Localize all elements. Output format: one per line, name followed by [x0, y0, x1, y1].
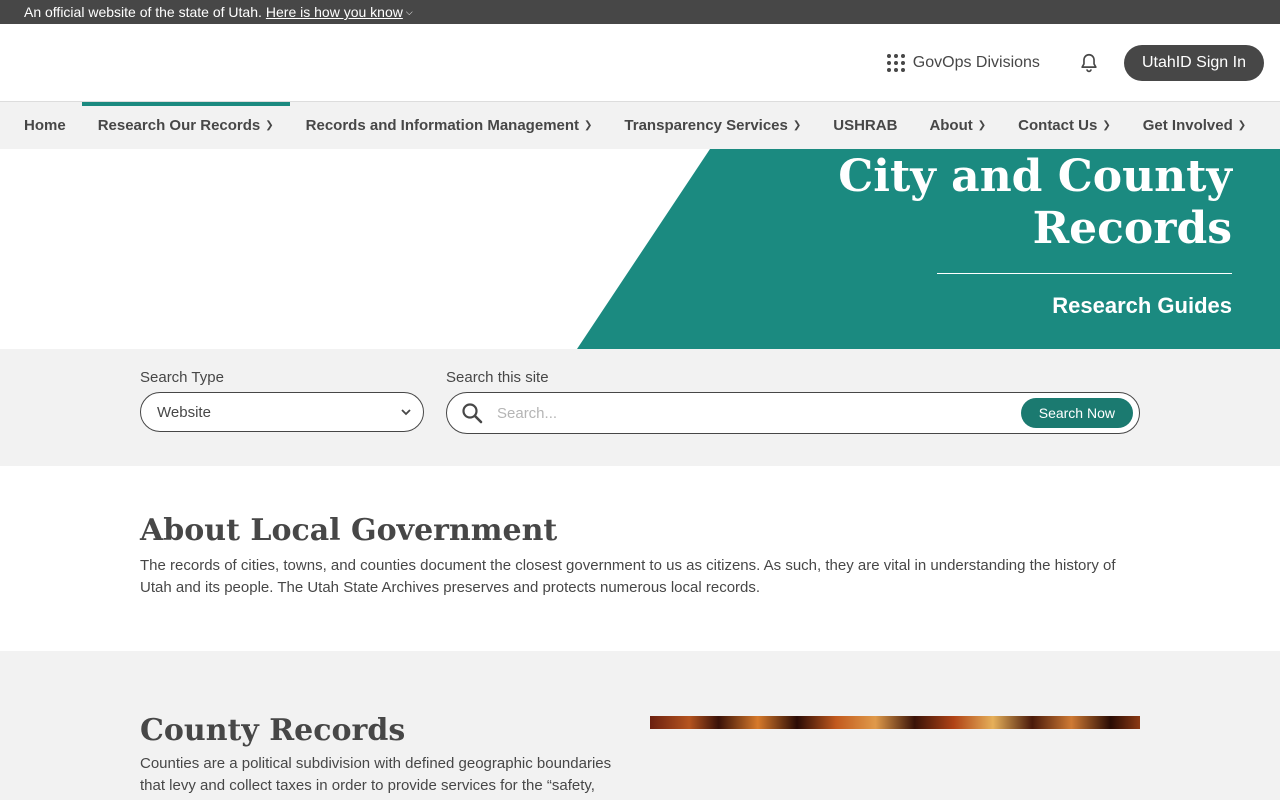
search-input[interactable]: [495, 403, 1021, 423]
county-records-section: County Records Counties are a political …: [0, 651, 1280, 800]
nav-label: Contact Us: [1018, 117, 1098, 134]
nav-label: Research Our Records: [97, 117, 261, 134]
search-icon: [462, 403, 483, 424]
chevron-down-icon: ❯: [1237, 120, 1247, 131]
about-text-line: Utah and its people. The Utah State Arch…: [140, 579, 761, 596]
page-title-line: Records: [1032, 203, 1232, 254]
nav-item-about[interactable]: About ❯: [913, 102, 1002, 149]
about-text-line: The records of cities, towns, and counti…: [140, 557, 1116, 574]
nav-item-transparency-services[interactable]: Transparency Services ❯: [608, 102, 817, 149]
nav-item-research-our-records[interactable]: Research Our Records ❯: [81, 102, 290, 149]
nav-item-ushrab[interactable]: USHRAB: [817, 102, 913, 149]
chevron-down-icon: ❯: [792, 120, 802, 131]
hero-banner: City and County Records Research Guides: [0, 149, 1280, 349]
hero-divider: [937, 273, 1232, 274]
search-box: Search Now: [446, 392, 1140, 434]
chevron-down-icon[interactable]: ⌵: [406, 7, 413, 18]
chevron-down-icon: ❯: [977, 120, 987, 131]
nav-item-records-information-management[interactable]: Records and Information Management ❯: [290, 102, 609, 149]
page-title: City and County Records: [838, 151, 1232, 255]
search-type-label: Search Type: [140, 369, 224, 386]
chevron-down-icon: ❯: [584, 120, 593, 131]
nav-item-contact-us[interactable]: Contact Us ❯: [1002, 102, 1127, 149]
chevron-down-icon: ❯: [1102, 120, 1111, 131]
county-text-line: that levy and collect taxes in order to …: [140, 777, 595, 794]
nav-label: Transparency Services: [624, 117, 788, 134]
bell-icon[interactable]: [1078, 52, 1100, 74]
chevron-down-icon: [401, 409, 411, 416]
site-header: GovOps Divisions UtahID Sign In: [0, 24, 1280, 102]
nav-label: USHRAB: [833, 117, 898, 134]
search-now-button[interactable]: Search Now: [1020, 398, 1133, 428]
govops-divisions-label: GovOps Divisions: [912, 53, 1040, 71]
official-text: An official website of the state of Utah…: [24, 4, 262, 20]
nav-label: Get Involved: [1142, 117, 1233, 134]
search-type-value: Website: [157, 403, 211, 421]
search-section: Search Type Website Search this site Sea…: [0, 349, 1280, 466]
nav-label: About: [929, 117, 973, 134]
nav-label: Records and Information Management: [305, 117, 580, 134]
county-text-line: Counties are a political subdivision wit…: [140, 755, 612, 772]
county-records-image: [650, 716, 1140, 729]
about-section: About Local Government The records of ci…: [0, 466, 1280, 650]
search-type-select[interactable]: Website: [140, 392, 424, 432]
page-title-line: City and County: [838, 151, 1232, 202]
how-you-know-link[interactable]: Here is how you know: [266, 4, 403, 20]
govops-divisions-button[interactable]: GovOps Divisions: [886, 53, 1040, 72]
chevron-down-icon: ❯: [265, 120, 274, 131]
nav-item-home[interactable]: Home: [8, 102, 82, 149]
about-heading: About Local Government: [140, 513, 558, 548]
search-site-label: Search this site: [446, 369, 549, 386]
hero-subtitle: Research Guides: [1052, 293, 1232, 318]
about-text: The records of cities, towns, and counti…: [140, 555, 1116, 599]
main-nav: Home Research Our Records ❯ Records and I…: [0, 102, 1280, 149]
county-text: Counties are a political subdivision wit…: [140, 753, 611, 797]
nav-item-get-involved[interactable]: Get Involved ❯: [1127, 102, 1262, 149]
grid-icon: [886, 53, 905, 72]
official-banner: An official website of the state of Utah…: [0, 0, 1280, 24]
nav-label: Home: [24, 117, 66, 134]
county-heading: County Records: [140, 713, 406, 748]
utahid-signin-button[interactable]: UtahID Sign In: [1123, 44, 1264, 81]
